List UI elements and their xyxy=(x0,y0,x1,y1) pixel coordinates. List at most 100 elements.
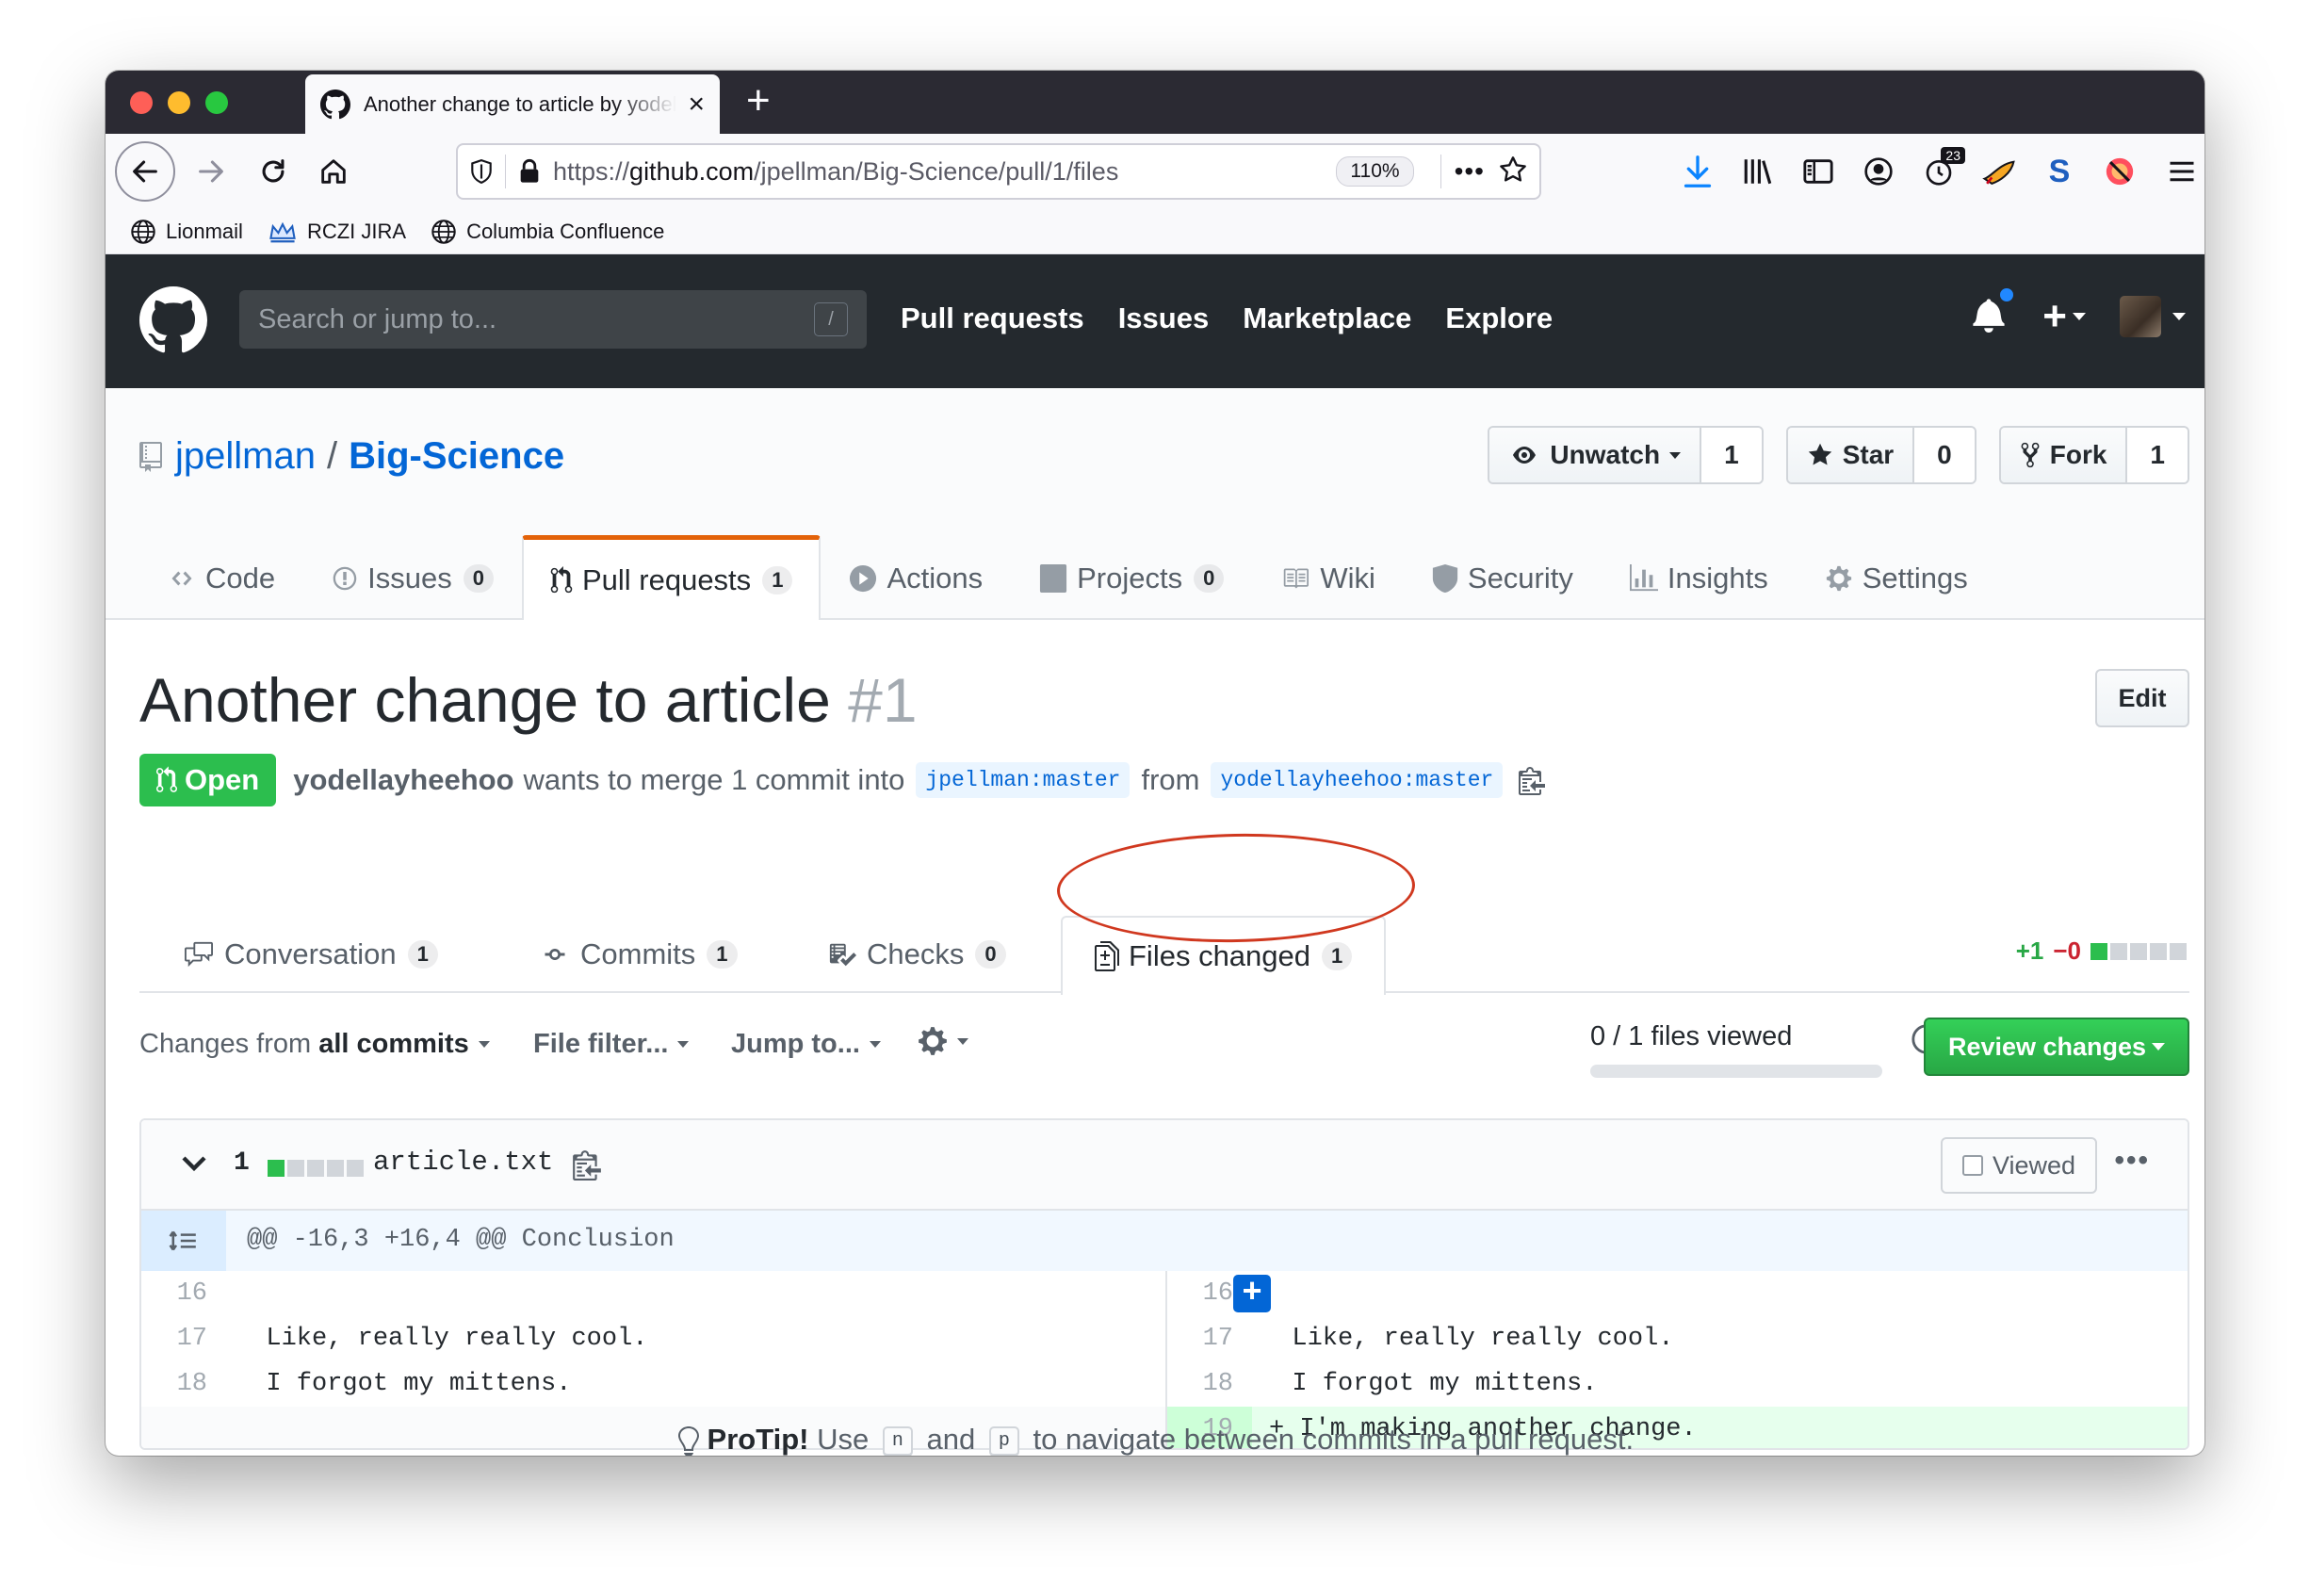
arrow-right-icon xyxy=(199,160,223,183)
minimize-window-button[interactable] xyxy=(168,91,190,114)
line-number[interactable]: 17 xyxy=(1167,1316,1252,1361)
file-more-options-icon[interactable]: ••• xyxy=(2114,1145,2150,1177)
diff-line: 16 xyxy=(141,1271,1165,1316)
back-button[interactable] xyxy=(115,141,175,202)
reload-button[interactable] xyxy=(249,147,298,196)
zoom-level-badge[interactable]: 110% xyxy=(1336,156,1414,187)
nav-pull-requests[interactable]: Pull requests xyxy=(901,301,1084,335)
tab-actions[interactable]: Actions xyxy=(821,535,1011,620)
hamburger-menu-icon[interactable] xyxy=(2163,153,2201,190)
tab-security[interactable]: Security xyxy=(1404,535,1602,620)
library-icon[interactable] xyxy=(1739,153,1777,190)
chevron-down-icon[interactable] xyxy=(181,1154,207,1173)
star-button[interactable]: Star xyxy=(1787,428,1915,482)
repo-path-separator: / xyxy=(326,435,338,477)
bookmark-columbia-confluence[interactable]: Columbia Confluence xyxy=(431,219,664,245)
tab-issues[interactable]: Issues 0 xyxy=(303,535,522,620)
diff-settings-dropdown[interactable] xyxy=(918,1025,968,1057)
extension-timer-icon[interactable]: 23 xyxy=(1920,147,1965,190)
tab-checks[interactable]: Checks 0 xyxy=(827,916,1006,993)
github-logo-icon[interactable] xyxy=(139,286,207,354)
line-number[interactable]: 17 xyxy=(141,1316,226,1361)
extension-s-icon[interactable]: S xyxy=(2041,153,2078,190)
line-number[interactable]: 18 xyxy=(1167,1361,1252,1407)
tab-conversation[interactable]: Conversation 1 xyxy=(183,916,438,993)
line-number[interactable]: 18 xyxy=(141,1361,226,1407)
book-icon xyxy=(1284,568,1310,589)
user-avatar[interactable] xyxy=(2120,296,2161,337)
user-menu-caret-icon[interactable] xyxy=(2172,313,2186,320)
gear-icon xyxy=(919,1027,947,1055)
home-button[interactable] xyxy=(309,147,358,196)
downloads-icon[interactable] xyxy=(1679,153,1716,190)
file-header: 1 article.txt Viewed ••• xyxy=(141,1120,2188,1211)
from-text: from xyxy=(1141,763,1200,796)
bookmark-lionmail[interactable]: Lionmail xyxy=(130,219,243,245)
repo-book-icon xyxy=(139,441,162,472)
tab-wiki[interactable]: Wiki xyxy=(1252,535,1404,620)
edit-title-button[interactable]: Edit xyxy=(2095,669,2189,727)
base-branch[interactable]: jpellman:master xyxy=(916,762,1131,798)
review-changes-button[interactable]: Review changes xyxy=(1924,1018,2189,1076)
close-window-button[interactable] xyxy=(130,91,153,114)
checklist-icon xyxy=(829,943,856,967)
repo-name-link[interactable]: Big-Science xyxy=(349,435,564,478)
forward-button[interactable] xyxy=(187,147,236,196)
graph-icon xyxy=(1629,564,1658,592)
repo-owner-link[interactable]: jpellman xyxy=(175,435,316,478)
expand-hunk-button[interactable] xyxy=(141,1211,226,1271)
url-bar[interactable]: https://github.com/jpellman/Big-Science/… xyxy=(456,143,1541,200)
arrow-left-icon xyxy=(133,160,157,183)
reload-icon xyxy=(262,159,285,183)
file-filter-dropdown[interactable]: File filter... xyxy=(533,1029,690,1060)
sidebar-icon[interactable] xyxy=(1799,153,1837,190)
add-line-comment-button[interactable]: + xyxy=(1233,1275,1271,1312)
git-commit-icon xyxy=(545,949,565,960)
account-icon[interactable] xyxy=(1860,153,1897,190)
bookmarks-toolbar: Lionmail RCZI JIRA Columbia Confluence xyxy=(106,209,2204,254)
copy-clipboard-icon[interactable] xyxy=(1518,765,1546,795)
tab-commits[interactable]: Commits 1 xyxy=(539,916,738,993)
github-search-input[interactable]: Search or jump to... / xyxy=(239,290,867,349)
pull-request-icon xyxy=(550,565,573,593)
fork-button[interactable]: Fork xyxy=(2000,428,2128,482)
star-icon xyxy=(1808,443,1831,465)
jump-to-dropdown[interactable]: Jump to... xyxy=(731,1029,881,1060)
changes-from-dropdown[interactable]: Changes from all commits xyxy=(139,1029,490,1060)
lock-icon[interactable] xyxy=(506,158,553,185)
notifications-bell-icon[interactable] xyxy=(1973,285,2017,337)
stargazers-count[interactable]: 0 xyxy=(1914,428,1975,482)
tab-projects[interactable]: Projects 0 xyxy=(1011,535,1252,620)
bookmark-rczi-jira[interactable]: RCZI JIRA xyxy=(268,219,406,245)
zoom-window-button[interactable] xyxy=(205,91,228,114)
fork-button-group: Fork 1 xyxy=(1998,426,2189,484)
new-tab-button[interactable]: + xyxy=(746,80,771,122)
line-number[interactable]: 16 xyxy=(141,1271,226,1316)
copy-clipboard-icon[interactable] xyxy=(573,1148,601,1181)
nav-explore[interactable]: Explore xyxy=(1445,301,1553,335)
nav-issues[interactable]: Issues xyxy=(1118,301,1210,335)
file-name-link[interactable]: article.txt xyxy=(373,1147,553,1178)
viewed-checkbox-button[interactable]: Viewed xyxy=(1941,1137,2097,1194)
pr-author-link[interactable]: yodellayheehoo xyxy=(293,763,513,797)
browser-tab[interactable]: Another change to article by yodellayhee… xyxy=(305,74,720,134)
url-text[interactable]: https://github.com/jpellman/Big-Science/… xyxy=(553,157,1336,187)
line-text: Like, really really cool. xyxy=(236,1325,648,1353)
head-branch[interactable]: yodellayheehoo:master xyxy=(1211,762,1504,798)
bookmark-star-icon[interactable] xyxy=(1498,155,1528,189)
tab-close-icon[interactable]: × xyxy=(688,90,705,119)
tab-code[interactable]: Code xyxy=(139,535,303,620)
unwatch-button[interactable]: Unwatch xyxy=(1489,428,1702,482)
viewed-checkbox[interactable] xyxy=(1961,1155,1983,1176)
tab-insights[interactable]: Insights xyxy=(1602,535,1797,620)
tab-pull-requests[interactable]: Pull requests 1 xyxy=(521,535,822,620)
nav-marketplace[interactable]: Marketplace xyxy=(1243,301,1411,335)
create-new-dropdown[interactable]: + xyxy=(2042,296,2086,337)
watchers-count[interactable]: 1 xyxy=(1701,428,1762,482)
tracking-shield-icon[interactable] xyxy=(458,158,505,185)
extension-rocket-icon[interactable] xyxy=(1980,153,2018,190)
page-actions-more-icon[interactable]: ••• xyxy=(1455,156,1485,187)
tab-settings[interactable]: Settings xyxy=(1797,535,1996,620)
extension-blocker-icon[interactable] xyxy=(2101,153,2139,190)
forks-count[interactable]: 1 xyxy=(2127,428,2188,482)
